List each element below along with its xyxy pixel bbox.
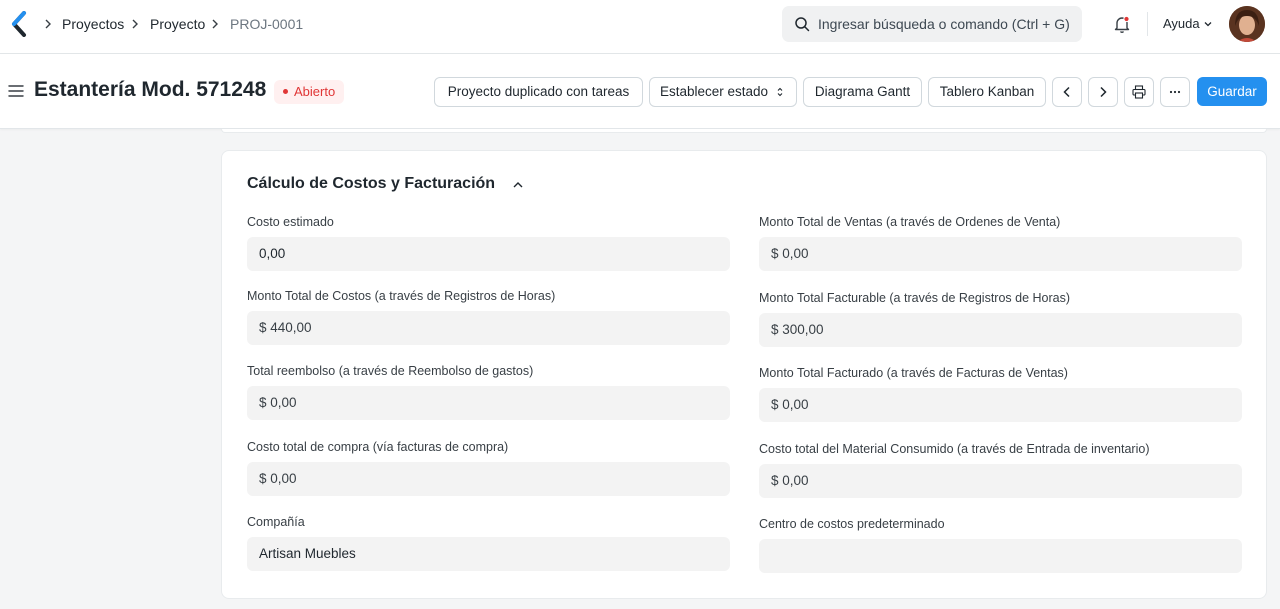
field-label: Monto Total de Costos (a través de Regis… [247,289,556,303]
total-expense-claim-field: $ 0,00 [247,386,730,420]
breadcrumb-current[interactable]: PROJ-0001 [230,16,303,32]
chevron-right-icon [1100,86,1107,98]
print-button[interactable] [1124,77,1154,107]
more-options-button[interactable] [1160,77,1190,107]
more-icon [1169,90,1181,94]
duplicate-project-button[interactable]: Proyecto duplicado con tareas [434,77,643,107]
field-label: Costo total del Material Consumido (a tr… [759,442,1150,456]
page-header: Estantería Mod. 571248 Abierto Proyecto … [0,54,1280,129]
costing-billing-section: Cálculo de Costos y Facturación Costo es… [221,150,1267,599]
status-label: Abierto [294,84,336,99]
status-badge: Abierto [274,80,345,104]
search-bar[interactable]: Ingresar búsqueda o comando (Ctrl + G) [782,6,1082,42]
search-icon [795,17,810,32]
page-title: Estantería Mod. 571248 [34,78,267,101]
field-label: Compañía [247,515,305,529]
total-sales-amount-field: $ 0,00 [759,237,1242,271]
gantt-chart-button[interactable]: Diagrama Gantt [803,77,922,107]
search-placeholder: Ingresar búsqueda o comando (Ctrl + G) [818,16,1070,32]
chevron-up-icon[interactable] [512,180,524,190]
sort-icon [777,87,783,97]
field-label: Monto Total Facturado (a través de Factu… [759,366,1068,380]
field-label: Monto Total Facturable (a través de Regi… [759,291,1071,305]
set-status-button[interactable]: Establecer estado [649,77,797,107]
avatar[interactable] [1229,6,1265,42]
default-cost-center-field[interactable] [759,539,1242,573]
section-title: Cálculo de Costos y Facturación [247,175,496,192]
total-costing-amount-field: $ 440,00 [247,311,730,345]
chevron-right-icon [132,19,138,29]
estimated-cost-field[interactable]: 0,00 [247,237,730,271]
breadcrumb-proyecto[interactable]: Proyecto [150,16,205,32]
total-billed-amount-field: $ 0,00 [759,388,1242,422]
set-status-label: Establecer estado [660,84,769,99]
previous-section-edge [221,129,1267,133]
total-billable-amount-field: $ 300,00 [759,313,1242,347]
total-purchase-cost-field: $ 0,00 [247,462,730,496]
field-label: Total reembolso (a través de Reembolso d… [247,364,534,378]
total-consumed-material-cost-field: $ 0,00 [759,464,1242,498]
field-label: Costo estimado [247,215,334,229]
chevron-down-icon[interactable] [1203,19,1213,29]
hamburger-icon[interactable] [8,84,24,98]
field-label: Monto Total de Ventas (a través de Orden… [759,215,1061,229]
breadcrumb-proyectos[interactable]: Proyectos [62,16,124,32]
previous-button[interactable] [1052,77,1082,107]
next-button[interactable] [1088,77,1118,107]
navbar-divider [1147,12,1148,36]
field-label: Costo total de compra (vía facturas de c… [247,440,509,454]
save-button[interactable]: Guardar [1197,77,1267,106]
help-menu[interactable]: Ayuda [1163,16,1200,31]
kanban-board-button[interactable]: Tablero Kanban [928,77,1046,107]
field-label: Centro de costos predeterminado [759,517,945,531]
printer-icon [1132,85,1146,99]
chevron-right-icon [45,19,51,29]
company-field[interactable]: Artisan Muebles [247,537,730,571]
bell-icon[interactable] [1112,14,1132,34]
app-logo-icon[interactable] [10,11,28,37]
top-navbar: Proyectos Proyecto PROJ-0001 Ingresar bú… [0,0,1280,54]
chevron-left-icon [1063,86,1070,98]
chevron-right-icon [212,19,218,29]
